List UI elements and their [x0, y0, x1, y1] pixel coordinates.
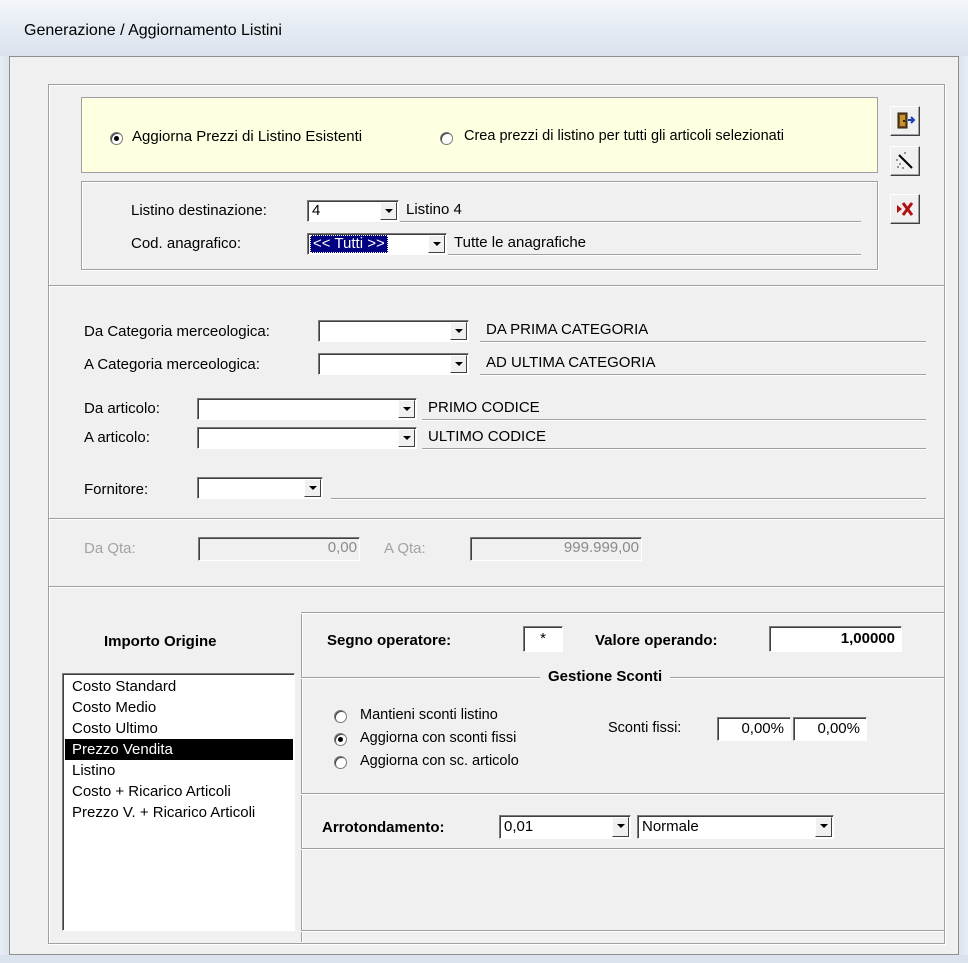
a-articolo-combo[interactable]: [197, 427, 417, 449]
fornitore-label: Fornitore:: [84, 481, 149, 498]
da-qta-label: Da Qta:: [84, 540, 136, 557]
separator: [49, 518, 944, 520]
arrotondamento-mode-combo[interactable]: Normale: [637, 815, 834, 839]
da-qta-field[interactable]: 0,00: [198, 537, 360, 561]
importo-origine-listbox[interactable]: Costo Standard Costo Medio Costo Ultimo …: [62, 673, 295, 931]
window-frame-bottom: [0, 955, 968, 963]
da-categoria-label: Da Categoria merceologica:: [84, 323, 270, 340]
cancel-button[interactable]: [890, 194, 920, 224]
valore-operando-label: Valore operando:: [595, 632, 718, 649]
radio-update-existing[interactable]: [110, 132, 123, 145]
sconti-fissi-label: Sconti fissi:: [608, 720, 682, 736]
listino-destinazione-label: Listino destinazione:: [131, 202, 267, 219]
cancel-x-icon: [897, 202, 914, 216]
segno-operatore-label: Segno operatore:: [327, 632, 452, 649]
chevron-down-icon[interactable]: [304, 479, 321, 497]
separator: [301, 612, 303, 942]
radio-sconti-articolo[interactable]: [334, 756, 347, 769]
separator: [301, 793, 944, 795]
radio-sconti-fissi[interactable]: [334, 733, 347, 746]
chevron-down-icon[interactable]: [398, 429, 415, 447]
chevron-down-icon[interactable]: [380, 202, 397, 220]
a-articolo-label: A articolo:: [84, 429, 150, 446]
arrotondamento-step-combo[interactable]: 0,01: [499, 815, 631, 839]
list-item-selected[interactable]: Prezzo Vendita: [65, 739, 293, 760]
chevron-down-icon[interactable]: [815, 817, 832, 837]
radio-sconti-fissi-label[interactable]: Aggiorna con sconti fissi: [360, 730, 516, 746]
a-categoria-desc: AD ULTIMA CATEGORIA: [480, 353, 926, 375]
da-categoria-desc: DA PRIMA CATEGORIA: [480, 320, 926, 342]
listino-destinazione-value: 4: [312, 202, 321, 219]
chevron-down-icon[interactable]: [450, 322, 467, 340]
sconto-fisso-1-field[interactable]: 0,00%: [717, 717, 791, 741]
separator: [301, 848, 944, 850]
exit-button[interactable]: [890, 106, 920, 136]
listino-destinazione-desc: Listino 4: [400, 200, 861, 222]
magic-wand-icon: [896, 152, 913, 169]
separator: [301, 612, 944, 614]
da-articolo-label: Da articolo:: [84, 400, 160, 417]
list-item[interactable]: Costo Ultimo: [65, 718, 293, 739]
arrotondamento-step-value: 0,01: [504, 818, 534, 835]
window-title: Generazione / Aggiornamento Listini: [24, 22, 282, 39]
list-item[interactable]: Costo Medio: [65, 697, 293, 718]
a-qta-field[interactable]: 999.999,00: [470, 537, 642, 561]
list-item[interactable]: Costo Standard: [65, 676, 293, 697]
sconto-fisso-2-field[interactable]: 0,00%: [793, 717, 867, 741]
list-item[interactable]: Costo + Ricarico Articoli: [65, 781, 293, 802]
chevron-down-icon[interactable]: [398, 400, 415, 418]
cod-anagrafico-desc: Tutte le anagrafiche: [448, 233, 861, 255]
cod-anagrafico-combo[interactable]: << Tutti >>: [307, 233, 447, 255]
arrotondamento-label: Arrotondamento:: [322, 819, 445, 836]
separator: [301, 930, 944, 932]
radio-create-all-label[interactable]: Crea prezzi di listino per tutti gli art…: [464, 128, 784, 144]
da-articolo-combo[interactable]: [197, 398, 417, 420]
a-qta-label: A Qta:: [384, 540, 426, 557]
radio-mantieni-sconti[interactable]: [334, 710, 347, 723]
arrotondamento-mode-value: Normale: [642, 818, 699, 835]
radio-create-all[interactable]: [440, 132, 453, 145]
window-frame-right: [959, 56, 968, 963]
chevron-down-icon[interactable]: [428, 235, 445, 253]
chevron-down-icon[interactable]: [612, 817, 629, 837]
radio-update-existing-label[interactable]: Aggiorna Prezzi di Listino Esistenti: [132, 128, 362, 145]
chevron-down-icon[interactable]: [450, 355, 467, 373]
exit-door-icon: [897, 112, 916, 129]
a-articolo-desc: ULTIMO CODICE: [422, 427, 926, 449]
importo-origine-title: Importo Origine: [104, 633, 217, 650]
separator: [49, 285, 944, 287]
listino-destinazione-combo[interactable]: 4: [307, 200, 399, 222]
da-articolo-desc: PRIMO CODICE: [422, 398, 926, 420]
fornitore-combo[interactable]: [197, 477, 323, 499]
a-categoria-label: A Categoria merceologica:: [84, 356, 260, 373]
radio-sconti-articolo-label[interactable]: Aggiorna con sc. articolo: [360, 753, 519, 769]
window-frame-left: [0, 56, 9, 963]
cod-anagrafico-value: << Tutti >>: [310, 235, 388, 253]
separator: [49, 586, 944, 588]
segno-operatore-field[interactable]: *: [523, 626, 563, 652]
list-item[interactable]: Prezzo V. + Ricarico Articoli: [65, 802, 293, 823]
da-categoria-combo[interactable]: [318, 320, 469, 342]
cod-anagrafico-label: Cod. anagrafico:: [131, 235, 242, 252]
wizard-button[interactable]: [890, 146, 920, 176]
gestione-sconti-title: Gestione Sconti: [540, 668, 671, 685]
a-categoria-combo[interactable]: [318, 353, 469, 375]
radio-mantieni-sconti-label[interactable]: Mantieni sconti listino: [360, 707, 498, 723]
fornitore-desc: [331, 477, 926, 499]
valore-operando-field[interactable]: 1,00000: [769, 626, 902, 652]
list-item[interactable]: Listino: [65, 760, 293, 781]
destination-group: [81, 181, 878, 270]
